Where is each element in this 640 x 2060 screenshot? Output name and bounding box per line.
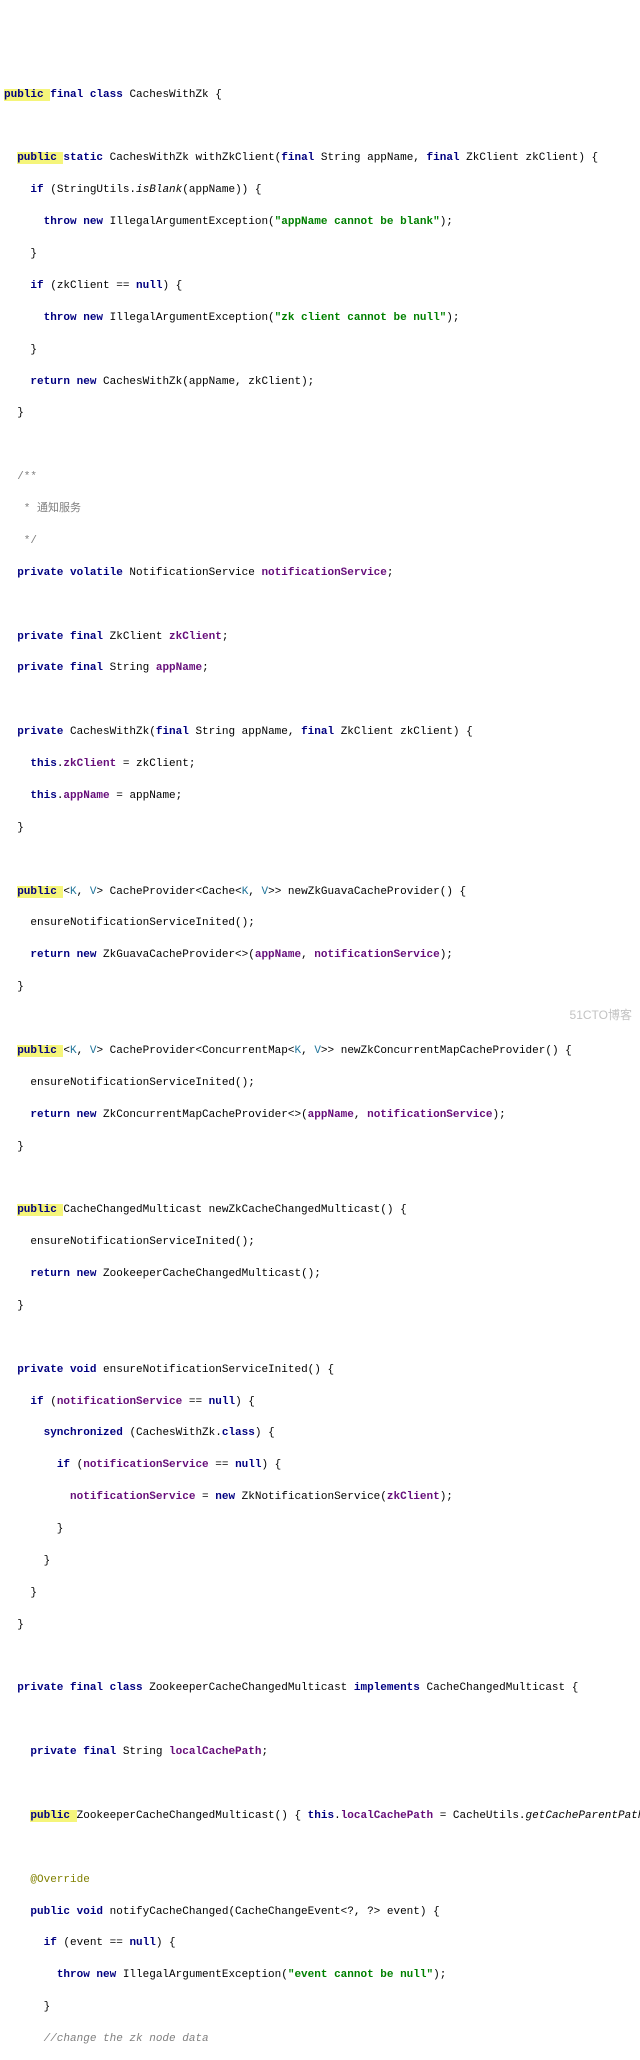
code-line: } [4, 406, 636, 422]
code-line: } [4, 821, 636, 837]
code-line: private final String appName; [4, 661, 636, 677]
code-line: private CachesWithZk(final String appNam… [4, 725, 636, 741]
code-line: } [4, 343, 636, 359]
code-line: ensureNotificationServiceInited(); [4, 1235, 636, 1251]
code-line: if (notificationService == null) { [4, 1458, 636, 1474]
code-block: public final class CachesWithZk { public… [4, 72, 636, 2060]
code-line: } [4, 980, 636, 996]
code-line: private volatile NotificationService not… [4, 566, 636, 582]
code-line: private final String localCachePath; [4, 1745, 636, 1761]
code-line [4, 1841, 636, 1857]
code-line: @Override [4, 1873, 636, 1889]
code-line [4, 1171, 636, 1187]
code-line: throw new IllegalArgumentException("zk c… [4, 311, 636, 327]
code-line: ensureNotificationServiceInited(); [4, 916, 636, 932]
code-line [4, 1777, 636, 1793]
code-line: ensureNotificationServiceInited(); [4, 1076, 636, 1092]
code-line [4, 120, 636, 136]
code-line: if (zkClient == null) { [4, 279, 636, 295]
code-line: this.appName = appName; [4, 789, 636, 805]
code-line: if (event == null) { [4, 1936, 636, 1952]
code-line [4, 693, 636, 709]
code-line: synchronized (CachesWithZk.class) { [4, 1426, 636, 1442]
code-line [4, 1650, 636, 1666]
code-line: throw new IllegalArgumentException("even… [4, 1968, 636, 1984]
code-line: private void ensureNotificationServiceIn… [4, 1363, 636, 1379]
code-line: } [4, 2000, 636, 2016]
code-line [4, 1331, 636, 1347]
code-line: } [4, 1140, 636, 1156]
code-line: return new ZookeeperCacheChangedMulticas… [4, 1267, 636, 1283]
code-line: public final class CachesWithZk { [4, 88, 636, 104]
code-line: return new ZkConcurrentMapCacheProvider<… [4, 1108, 636, 1124]
code-line: /** [4, 470, 636, 486]
code-line [4, 438, 636, 454]
code-line: public ZookeeperCacheChangedMulticast() … [4, 1809, 636, 1825]
code-line: * 通知服务 [4, 502, 636, 518]
code-line: public <K, V> CacheProvider<Cache<K, V>>… [4, 885, 636, 901]
code-line: if (StringUtils.isBlank(appName)) { [4, 183, 636, 199]
code-line: } [4, 1522, 636, 1538]
code-line: } [4, 1554, 636, 1570]
code-line: if (notificationService == null) { [4, 1395, 636, 1411]
code-line: private final class ZookeeperCacheChange… [4, 1681, 636, 1697]
code-line: } [4, 1618, 636, 1634]
code-line: notificationService = new ZkNotification… [4, 1490, 636, 1506]
code-line: } [4, 247, 636, 263]
code-line: private final ZkClient zkClient; [4, 630, 636, 646]
code-line [4, 1012, 636, 1028]
code-line: throw new IllegalArgumentException("appN… [4, 215, 636, 231]
code-line: public CacheChangedMulticast newZkCacheC… [4, 1203, 636, 1219]
code-line: //change the zk node data [4, 2032, 636, 2048]
code-line: return new ZkGuavaCacheProvider<>(appNam… [4, 948, 636, 964]
code-line: this.zkClient = zkClient; [4, 757, 636, 773]
code-line [4, 853, 636, 869]
code-line: public static CachesWithZk withZkClient(… [4, 151, 636, 167]
code-line [4, 598, 636, 614]
code-line: */ [4, 534, 636, 550]
code-line: public <K, V> CacheProvider<ConcurrentMa… [4, 1044, 636, 1060]
code-line [4, 1713, 636, 1729]
code-line: return new CachesWithZk(appName, zkClien… [4, 375, 636, 391]
code-line: } [4, 1299, 636, 1315]
code-line: } [4, 1586, 636, 1602]
code-line: public void notifyCacheChanged(CacheChan… [4, 1905, 636, 1921]
